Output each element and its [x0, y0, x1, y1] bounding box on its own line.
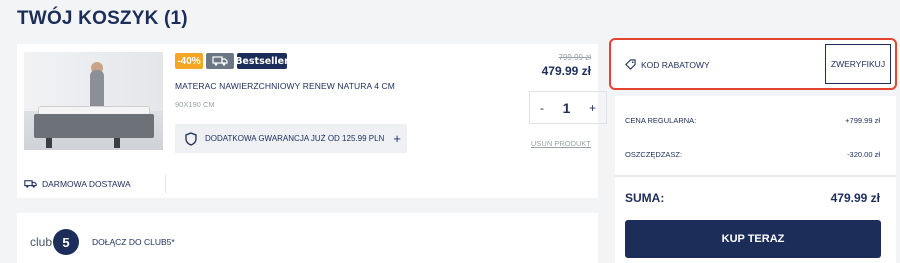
current-price: 479.99 zł: [541, 64, 591, 78]
truck-icon: [212, 56, 228, 66]
cart-item-card: -40% Bestseller MATERAC NAWIERZCHNIOWY R…: [17, 44, 607, 198]
tag-icon: [625, 59, 636, 70]
increase-quantity-button[interactable]: +: [589, 101, 596, 115]
club-banner[interactable]: club 5 DOŁĄCZ DO CLUB5*: [17, 213, 598, 263]
plus-icon: +: [393, 131, 401, 146]
discount-badge: -40%: [175, 53, 203, 69]
verify-coupon-button[interactable]: ZWERYFIKUJ: [825, 44, 891, 84]
bestseller-badge: Bestseller: [235, 53, 289, 69]
order-summary: CENA REGULARNA: +799.99 zł OSZCZĘDZASZ: …: [615, 96, 896, 263]
total-label: SUMA:: [625, 191, 665, 205]
warranty-label: DODATKOWA GWARANCJA JUŻ OD 125.99 PLN: [205, 134, 385, 143]
warranty-button[interactable]: DODATKOWA GWARANCJA JUŻ OD 125.99 PLN +: [175, 124, 407, 153]
coupon-label: KOD RABATOWY: [641, 59, 710, 70]
quantity-stepper: - 1 +: [529, 91, 607, 124]
join-club-label: DOŁĄCZ DO CLUB5*: [92, 237, 175, 247]
product-name[interactable]: MATERAC NAWIERZCHNIOWY RENEW NATURA 4 CM: [175, 81, 395, 91]
coupon-code-field[interactable]: KOD RABATOWY: [625, 59, 710, 70]
divider: [615, 175, 896, 177]
club5-logo-badge: 5: [53, 229, 80, 255]
regular-price-row: CENA REGULARNA: +799.99 zł: [625, 116, 880, 125]
product-size: 90X190 CM: [175, 100, 215, 109]
quantity-value[interactable]: 1: [563, 100, 571, 116]
savings-value: -320.00 zł: [847, 150, 880, 159]
savings-label: OSZCZĘDZASZ:: [625, 150, 683, 159]
decrease-quantity-button[interactable]: -: [540, 101, 544, 115]
truck-badge: [206, 53, 234, 69]
free-delivery-info: DARMOWA DOSTAWA: [24, 179, 131, 189]
total-row: SUMA: 479.99 zł: [625, 191, 880, 205]
regular-price-label: CENA REGULARNA:: [625, 116, 697, 125]
divider: [165, 175, 166, 193]
club5-logo-text: club: [30, 235, 53, 249]
remove-product-link[interactable]: USUŃ PRODUKT: [531, 139, 591, 148]
free-delivery-label: DARMOWA DOSTAWA: [42, 179, 131, 189]
club5-logo: club 5: [30, 229, 80, 255]
savings-row: OSZCZĘDZASZ: -320.00 zł: [625, 150, 880, 159]
product-badges: -40% Bestseller: [175, 53, 289, 69]
old-price: 799.99 zł: [558, 53, 591, 62]
buy-now-button[interactable]: KUP TERAZ: [625, 220, 881, 258]
product-image[interactable]: [24, 52, 163, 150]
regular-price-value: +799.99 zł: [845, 116, 880, 125]
coupon-section: KOD RABATOWY ZWERYFIKUJ: [609, 38, 897, 90]
total-value: 479.99 zł: [830, 191, 880, 205]
truck-icon: [24, 180, 37, 188]
shield-icon: [185, 131, 197, 146]
page-title: TWÓJ KOSZYK (1): [17, 8, 188, 29]
